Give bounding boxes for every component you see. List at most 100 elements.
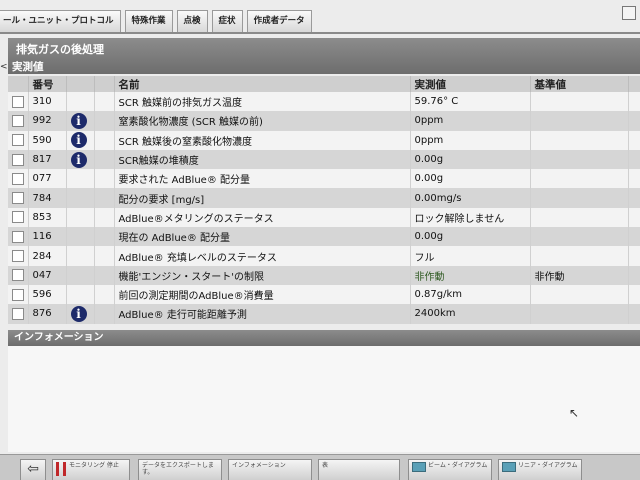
row-number: 784 [28, 188, 67, 208]
row-info-cell [66, 92, 95, 112]
row-checkbox[interactable] [12, 134, 24, 147]
row-end [628, 265, 640, 285]
row-end [628, 246, 640, 266]
mouse-cursor-icon: ↖ [569, 406, 580, 420]
row-checkbox [8, 111, 29, 131]
row-name: AdBlue® 走行可能距離予測 [114, 304, 411, 324]
info-icon[interactable]: i [70, 151, 87, 168]
row-actual-value: 非作動 [410, 265, 531, 285]
row-number: 590 [28, 130, 67, 150]
table-row[interactable]: 817 i SCR触媒の堆積度 0.00g [8, 149, 640, 170]
table-row[interactable]: 876 i AdBlue® 走行可能距離予測 2400km [8, 304, 640, 324]
section-title: 排気ガスの後処理 [16, 43, 104, 56]
row-checkbox[interactable] [12, 230, 24, 243]
tab-symptoms[interactable]: 症状 [211, 10, 243, 32]
row-info-cell [66, 188, 95, 208]
header-actual-value[interactable]: 実測値 [410, 76, 531, 92]
row-spacer [94, 130, 115, 150]
table-row[interactable]: 853 AdBlue®メタリングのステータス ロック解除しません [8, 207, 640, 228]
row-actual-value: 0.87g/km [410, 284, 531, 305]
table-row[interactable]: 596 前回の測定期間のAdBlue®消費量 0.87g/km [8, 284, 640, 305]
row-reference-value [530, 111, 629, 131]
row-spacer [94, 207, 115, 228]
row-checkbox[interactable] [12, 250, 24, 263]
row-checkbox [8, 130, 29, 150]
table-row[interactable]: 590 i SCR 触媒後の窒素酸化物濃度 0ppm [8, 130, 640, 150]
information-button[interactable]: インフォメーション [228, 459, 312, 480]
row-end [628, 130, 640, 150]
tab-bar: ール・ユニット・プロトコル 特殊作業 点検 症状 作成者データ [0, 8, 640, 32]
table-row[interactable]: 284 AdBlue® 充填レベルのステータス フル [8, 246, 640, 266]
table-view-button[interactable]: 表 [318, 459, 400, 480]
monitoring-stop-label: モニタリング 停止 [69, 462, 119, 469]
row-info-cell [66, 265, 95, 285]
row-checkbox[interactable] [12, 114, 24, 127]
row-reference-value [530, 92, 629, 112]
row-spacer [94, 149, 115, 170]
info-icon[interactable]: i [70, 305, 87, 322]
back-arrow-icon[interactable]: ⇦ [20, 459, 46, 480]
linear-diagram-button[interactable]: リニア・ダイアグラム [498, 459, 582, 480]
row-number: 310 [28, 92, 67, 112]
row-end [628, 304, 640, 324]
header-name[interactable]: 名前 [114, 76, 411, 92]
table-row[interactable]: 116 現在の AdBlue® 配分量 0.00g [8, 227, 640, 247]
header-spacer-col [94, 76, 115, 92]
header-reference-value[interactable]: 基準値 [530, 76, 629, 92]
row-checkbox [8, 169, 29, 189]
row-reference-value [530, 207, 629, 228]
tab-special-work[interactable]: 特殊作業 [124, 10, 173, 32]
row-end [628, 207, 640, 228]
row-actual-value: 0.00g [410, 149, 531, 170]
row-end [628, 92, 640, 112]
beam-diagram-label: ビーム・ダイアグラム [428, 462, 488, 469]
row-checkbox [8, 149, 29, 170]
row-actual-value: 0.00g [410, 169, 531, 189]
row-checkbox [8, 227, 29, 247]
export-data-button[interactable]: データをエクスポートします。 [138, 459, 222, 480]
info-icon[interactable]: i [70, 112, 87, 129]
line-chart-icon [502, 462, 516, 472]
tab-creator-data[interactable]: 作成者データ [246, 10, 312, 32]
row-number: 596 [28, 284, 67, 305]
table-row[interactable]: 047 機能'エンジン・スタート'の制限 非作動 非作動 [8, 265, 640, 285]
row-actual-value: 2400km [410, 304, 531, 324]
row-checkbox[interactable] [12, 95, 24, 108]
row-reference-value [530, 130, 629, 150]
row-number: 284 [28, 246, 67, 266]
section-header: 排気ガスの後処理 実測値 [8, 38, 640, 74]
row-checkbox[interactable] [12, 153, 24, 166]
window-corner-button[interactable] [622, 6, 636, 20]
row-checkbox[interactable] [12, 307, 24, 320]
row-name: 要求された AdBlue® 配分量 [114, 169, 411, 189]
info-icon[interactable]: i [70, 132, 87, 149]
row-checkbox[interactable] [12, 192, 24, 205]
collapse-caret-icon[interactable]: < [0, 56, 10, 78]
table-row[interactable]: 784 配分の要求 [mg/s] 0.00mg/s [8, 188, 640, 208]
information-label: インフォメーション [232, 462, 286, 469]
row-end [628, 284, 640, 305]
row-checkbox[interactable] [12, 211, 24, 224]
row-checkbox [8, 284, 29, 305]
row-checkbox[interactable] [12, 288, 24, 301]
table-row[interactable]: 310 SCR 触媒前の排気ガス温度 59.76° C [8, 92, 640, 112]
row-reference-value [530, 149, 629, 170]
row-checkbox[interactable] [12, 269, 24, 282]
beam-diagram-button[interactable]: ビーム・ダイアグラム [408, 459, 492, 480]
monitoring-stop-button[interactable]: モニタリング 停止 [52, 459, 130, 480]
row-reference-value [530, 304, 629, 324]
table-row[interactable]: 992 i 窒素酸化物濃度 (SCR 触媒の前) 0ppm [8, 111, 640, 131]
row-info-cell [66, 284, 95, 305]
tab-control-unit-protocol[interactable]: ール・ユニット・プロトコル [0, 10, 121, 32]
pause-icon [56, 462, 66, 476]
row-checkbox[interactable] [12, 172, 24, 185]
table-row[interactable]: 077 要求された AdBlue® 配分量 0.00g [8, 169, 640, 189]
row-name: 機能'エンジン・スタート'の制限 [114, 265, 411, 285]
header-number[interactable]: 番号 [28, 76, 67, 92]
row-checkbox [8, 207, 29, 228]
information-header: インフォメーション [8, 330, 640, 346]
row-actual-value: ロック解除しません [410, 207, 531, 228]
row-number: 876 [28, 304, 67, 324]
diagnostic-screen: ール・ユニット・プロトコル 特殊作業 点検 症状 作成者データ 排気ガスの後処理… [0, 0, 640, 480]
tab-inspection[interactable]: 点検 [176, 10, 208, 32]
